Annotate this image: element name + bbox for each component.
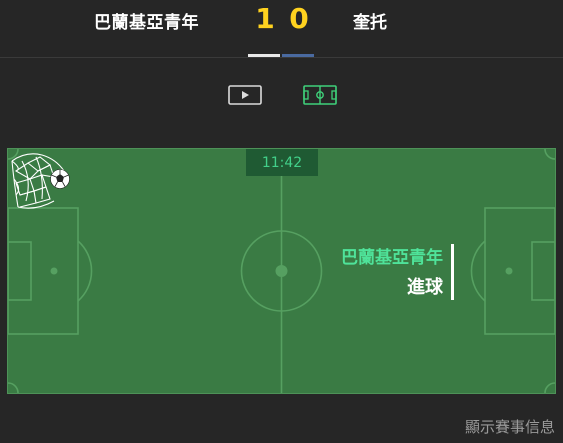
play-video-icon — [228, 85, 262, 105]
match-clock: 11:42 — [246, 149, 318, 176]
pitch: 11:42 巴蘭基亞青年 進球 — [7, 148, 556, 394]
match-header: 巴蘭基亞青年 1 0 奎托 — [0, 0, 563, 58]
show-match-info-link[interactable]: 顯示賽事信息 — [465, 416, 555, 437]
home-team-name: 巴蘭基亞青年 — [94, 13, 199, 33]
home-score-bar — [248, 54, 280, 57]
away-score: 0 — [289, 2, 309, 35]
away-score-bar — [282, 54, 314, 57]
video-view-button[interactable] — [228, 84, 262, 106]
pitch-lines — [8, 149, 555, 393]
event-type-label: 進球 — [407, 277, 443, 298]
event-team-name: 巴蘭基亞青年 — [341, 248, 443, 268]
away-team-name: 奎托 — [353, 13, 387, 33]
pitch-field-icon — [303, 85, 337, 105]
field-view-button[interactable] — [302, 84, 338, 106]
goal-net-ball-icon — [11, 153, 70, 209]
home-score: 1 — [255, 2, 275, 35]
event-divider — [451, 244, 454, 300]
